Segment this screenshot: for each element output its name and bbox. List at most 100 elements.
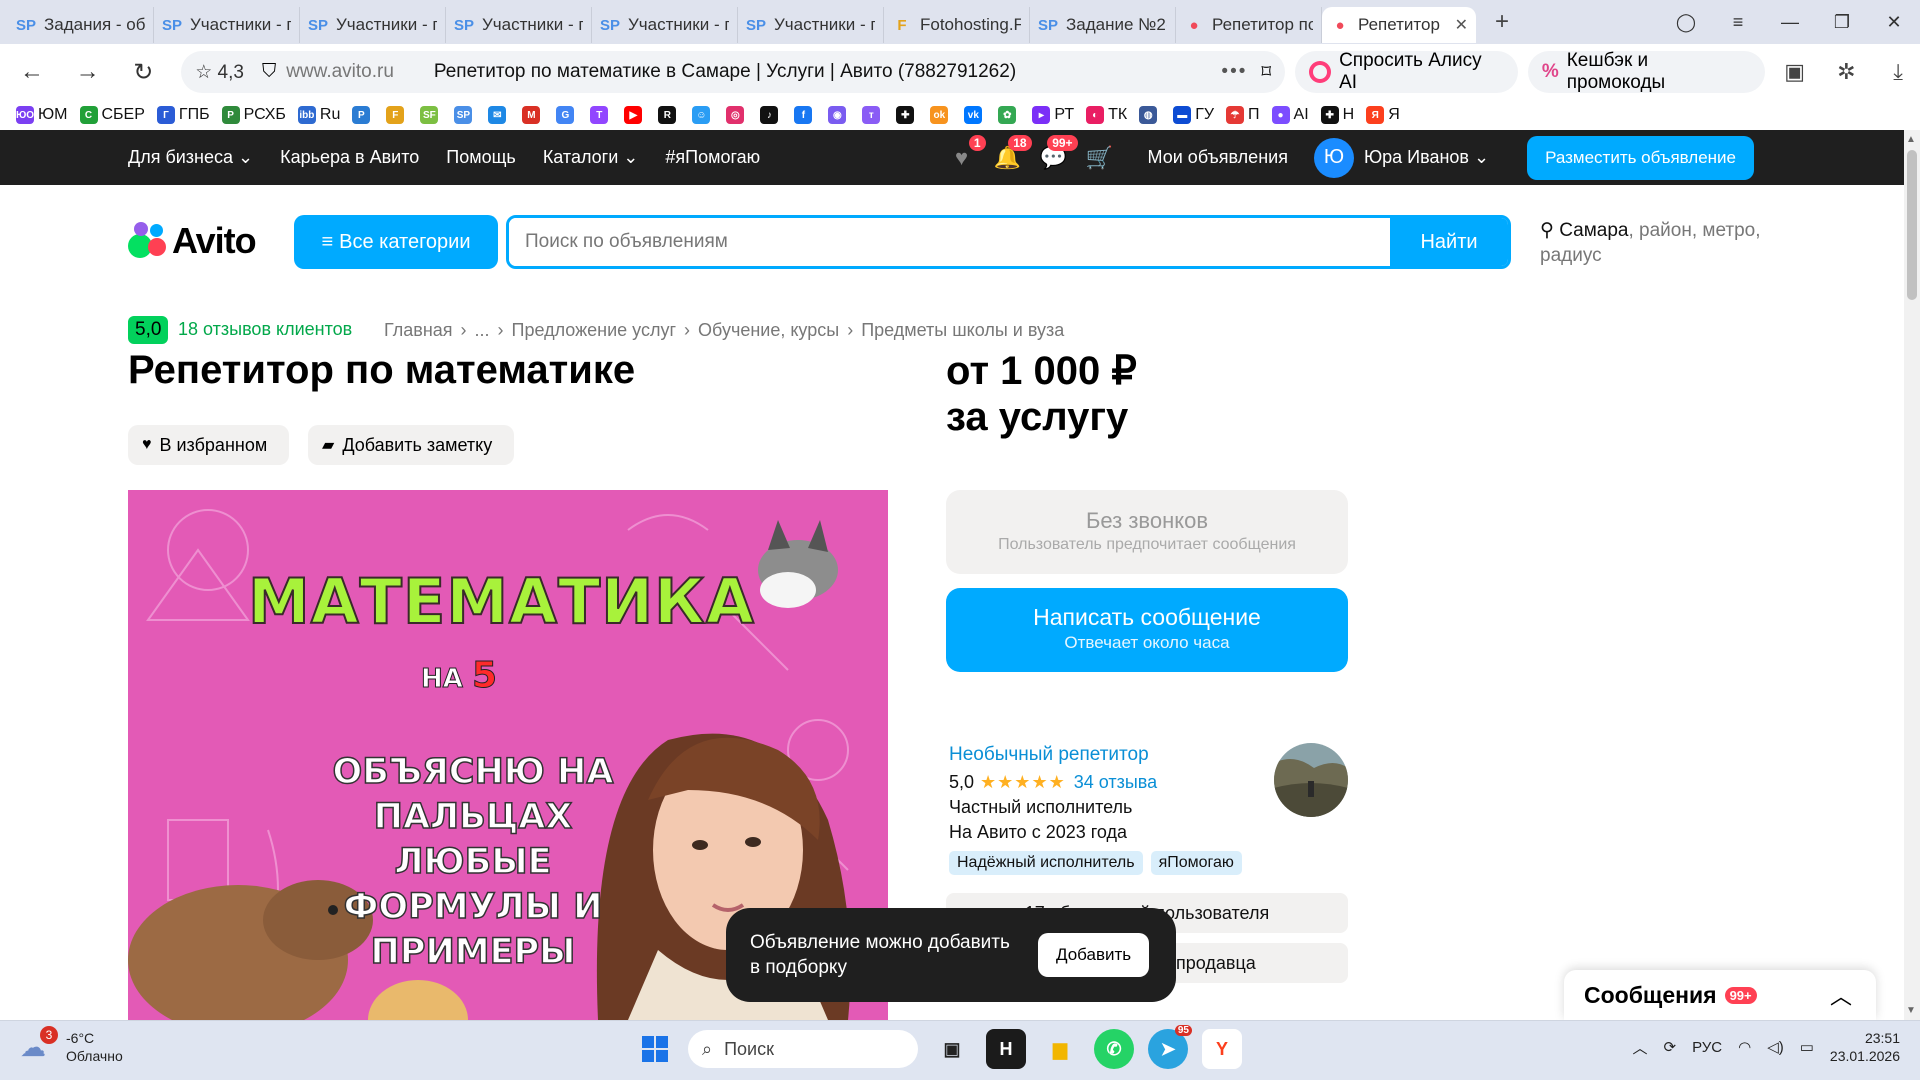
bookmark-item[interactable]: ◎ <box>726 106 748 124</box>
bookmark-item[interactable]: ok <box>930 106 952 124</box>
bookmark-item[interactable]: ♪ <box>760 106 782 124</box>
browser-tab[interactable]: SP Участники - г <box>300 7 446 43</box>
browser-tab[interactable]: SP Задание №2( <box>1030 7 1176 43</box>
bookmark-item[interactable]: SP <box>454 106 476 124</box>
sync-icon[interactable]: ⟳ <box>1663 1038 1676 1056</box>
bookmark-item[interactable]: ◐ ТК <box>1086 106 1127 124</box>
topbar-nav-item[interactable]: Каталоги ⌄ <box>543 147 639 168</box>
site-rating[interactable]: ☆ 4,3 <box>195 61 244 84</box>
messages-chat-icon[interactable]: 💬 99+ <box>1038 134 1078 173</box>
battery-icon[interactable]: ▭ <box>1800 1038 1814 1056</box>
browser-tab[interactable]: SP Участники - г <box>154 7 300 43</box>
telegram-icon[interactable]: ➤ 95 <box>1148 1025 1192 1069</box>
more-icon[interactable]: ••• <box>1221 61 1247 83</box>
scroll-down-icon[interactable]: ▼ <box>1906 1005 1916 1016</box>
bookmark-item[interactable]: ◉ <box>828 106 850 124</box>
toast-add-button[interactable]: Добавить <box>1038 933 1150 977</box>
extensions-icon[interactable]: ✲ <box>1825 50 1869 94</box>
breadcrumb-item[interactable]: Главная <box>384 320 453 341</box>
browser-tab[interactable]: SP Участники - г <box>446 7 592 43</box>
bookmark-item[interactable]: Г ГПБ <box>156 106 210 124</box>
bookmark-item[interactable]: P <box>352 106 374 124</box>
add-note-button[interactable]: ▰ Добавить заметку <box>308 425 515 465</box>
profile-icon[interactable]: ◯ <box>1660 12 1712 33</box>
breadcrumb-item[interactable]: Предложение услуг <box>512 320 677 341</box>
close-window-button[interactable]: ✕ <box>1868 12 1920 33</box>
topbar-nav-item[interactable]: Для бизнеса ⌄ <box>128 147 253 168</box>
no-calls-button[interactable]: Без звонков Пользователь предпочитает со… <box>946 490 1348 574</box>
browser-tab[interactable]: SP Участники - г <box>738 7 884 43</box>
favorite-button[interactable]: ♥ В избранном <box>128 425 290 465</box>
scrollbar-thumb[interactable] <box>1907 150 1917 300</box>
seller-tag[interactable]: яПомогаю <box>1150 851 1242 875</box>
bookmark-item[interactable]: ▸ РТ <box>1032 106 1074 124</box>
breadcrumb-item[interactable]: ... <box>475 320 490 341</box>
bookmark-item[interactable]: ▬ ГУ <box>1173 106 1214 124</box>
bookmark-item[interactable]: С СБЕР <box>79 106 145 124</box>
bookmark-item[interactable]: f <box>794 106 816 124</box>
page-scrollbar[interactable]: ▲ ▼ <box>1904 130 1920 1020</box>
close-tab-icon[interactable]: ✕ <box>1455 15 1468 35</box>
browser-tab[interactable]: SP Участники - г <box>592 7 738 43</box>
reload-button[interactable]: ↻ <box>119 48 167 96</box>
shield-icon[interactable]: ⛉ <box>262 61 276 83</box>
tray-chevron-up-icon[interactable]: ︿ <box>1632 1037 1647 1058</box>
cashback-button[interactable]: % Кешбэк и промокоды <box>1527 50 1765 93</box>
app-h-icon[interactable]: H <box>986 1029 1026 1069</box>
start-button[interactable] <box>636 1030 674 1068</box>
user-name-menu[interactable]: Юра Иванов ⌄ <box>1364 147 1489 168</box>
bookmark-item[interactable]: G <box>556 106 578 124</box>
maximize-button[interactable]: ❐ <box>1816 12 1868 33</box>
file-explorer-icon[interactable]: ▆ <box>1040 1029 1080 1069</box>
topbar-nav-item[interactable]: Карьера в Авито <box>280 147 419 168</box>
user-avatar[interactable]: Ю <box>1313 137 1354 178</box>
bookmark-item[interactable]: ☺ <box>692 106 714 124</box>
seller-reviews-link[interactable]: 34 отзыва <box>1074 772 1157 793</box>
avito-logo[interactable]: Avito <box>128 220 257 262</box>
notifications-bell-icon[interactable]: 🔔 18 <box>992 134 1032 173</box>
bookmark-item[interactable]: ✿ <box>998 106 1020 124</box>
taskbar-search[interactable]: ⌕ Поиск <box>688 1030 918 1068</box>
my-ads-link[interactable]: Мои объявления <box>1148 147 1288 168</box>
bookmark-item[interactable]: ✚ <box>896 106 918 124</box>
all-categories-button[interactable]: ≡ Все категории <box>294 215 498 269</box>
bookmark-item[interactable]: vk <box>964 106 986 124</box>
bookmark-item[interactable]: ibb Ru <box>297 106 340 124</box>
browser-tab[interactable]: F Fotohosting.F <box>884 7 1030 43</box>
new-tab-button[interactable]: + <box>1484 4 1520 40</box>
bookmark-item[interactable]: ЯЯ <box>1366 106 1400 124</box>
bookmark-item[interactable]: R <box>658 106 680 124</box>
location-selector[interactable]: ⚲ Самара, район, метро, радиус <box>1540 218 1780 268</box>
task-view-icon[interactable]: ▣ <box>932 1029 972 1069</box>
bookmark-item[interactable]: ◍ <box>1139 106 1161 124</box>
breadcrumb-item[interactable]: Предметы школы и вуза <box>861 320 1064 341</box>
weather-widget[interactable]: ☁ 3 -6°C Облачно <box>20 1026 123 1065</box>
volume-icon[interactable]: ◁) <box>1767 1038 1784 1056</box>
write-message-button[interactable]: Написать сообщение Отвечает около часа <box>946 588 1348 672</box>
cart-icon[interactable]: 🛒 <box>1084 143 1116 173</box>
forward-button[interactable]: → <box>64 48 112 96</box>
bookmark-item[interactable]: ✉ <box>488 106 510 124</box>
chevron-up-icon[interactable]: ︿ <box>1830 979 1852 1011</box>
breadcrumb-item[interactable]: Обучение, курсы <box>698 320 839 341</box>
address-bar[interactable]: ☆ 4,3 ⛉ www.avito.ru Репетитор по матема… <box>181 51 1286 93</box>
bookmark-item[interactable]: ▶ <box>624 106 646 124</box>
downloads-icon[interactable]: ⤓ <box>1876 50 1920 94</box>
seller-avatar[interactable] <box>1274 743 1348 817</box>
favorites-heart-icon[interactable]: ♥ 1 <box>946 134 986 173</box>
scroll-up-icon[interactable]: ▲ <box>1906 134 1916 145</box>
bookmark-item[interactable]: T <box>590 106 612 124</box>
bookmark-item[interactable]: Р РСХБ <box>221 106 286 124</box>
bookmark-item[interactable]: M <box>522 106 544 124</box>
bookmark-item[interactable]: F <box>386 106 408 124</box>
bookmark-item[interactable]: т <box>862 106 884 124</box>
seller-tag[interactable]: Надёжный исполнитель <box>949 851 1143 875</box>
language-indicator[interactable]: РУС <box>1692 1039 1722 1056</box>
topbar-nav-item[interactable]: #яПомогаю <box>665 147 760 168</box>
clock[interactable]: 23:51 23.01.2026 <box>1830 1029 1900 1065</box>
menu-icon[interactable]: ≡ <box>1712 12 1764 33</box>
yandex-browser-icon[interactable]: Y <box>1202 1029 1242 1069</box>
tab-active[interactable]: ● Репетитор ✕ <box>1322 7 1476 43</box>
bookmark-item[interactable]: ЮО ЮМ <box>16 106 68 124</box>
browser-tab[interactable]: ● Репетитор по <box>1176 7 1322 43</box>
